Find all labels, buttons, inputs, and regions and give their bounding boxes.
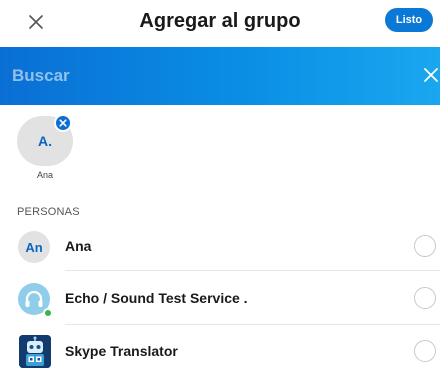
contact-name: Echo / Sound Test Service . bbox=[65, 290, 248, 306]
translator-bot-icon bbox=[19, 335, 51, 368]
contact-name: Skype Translator bbox=[65, 343, 178, 359]
select-radio[interactable] bbox=[414, 287, 436, 309]
remove-icon bbox=[59, 119, 67, 127]
contact-row-echo[interactable]: Echo / Sound Test Service . bbox=[0, 276, 440, 320]
divider bbox=[65, 324, 440, 325]
search-bar bbox=[0, 47, 440, 105]
selected-participant-chip: A. Ana bbox=[14, 114, 76, 180]
page-title: Agregar al grupo bbox=[139, 10, 301, 32]
divider bbox=[65, 270, 440, 271]
search-input[interactable] bbox=[12, 63, 392, 89]
robot-icon bbox=[19, 335, 51, 368]
remove-participant-button[interactable] bbox=[54, 114, 72, 132]
section-label-people: PERSONAS bbox=[17, 206, 80, 218]
done-button[interactable]: Listo bbox=[385, 8, 433, 32]
select-radio[interactable] bbox=[414, 235, 436, 257]
selected-participant-name: Ana bbox=[36, 170, 53, 180]
contact-row-skype-translator[interactable]: Skype Translator bbox=[0, 329, 440, 373]
online-status-icon bbox=[43, 308, 53, 318]
clear-search-icon[interactable] bbox=[420, 64, 440, 86]
contact-name: Ana bbox=[65, 238, 92, 254]
avatar: An bbox=[18, 231, 50, 263]
select-radio[interactable] bbox=[414, 340, 436, 362]
contact-row-ana[interactable]: An Ana bbox=[0, 224, 440, 268]
header: Agregar al grupo Listo bbox=[0, 0, 440, 44]
